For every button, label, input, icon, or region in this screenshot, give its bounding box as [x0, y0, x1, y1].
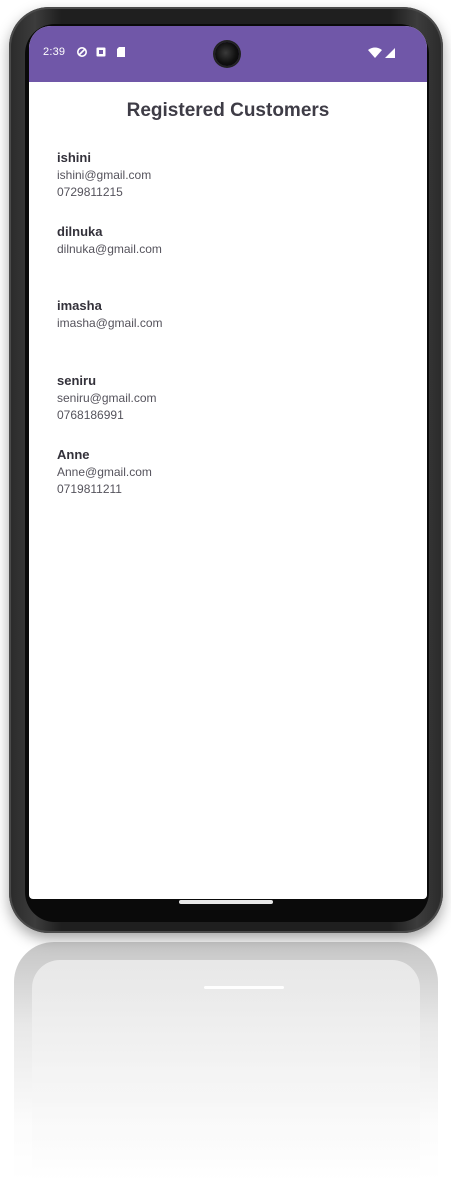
customer-email: Anne@gmail.com: [57, 465, 152, 479]
notification-icon: [95, 45, 107, 57]
page-title: Registered Customers: [126, 100, 330, 121]
status-time: 2:39: [43, 46, 66, 58]
customer-phone: 0719811211: [57, 482, 122, 496]
shield-icon: [76, 45, 88, 57]
customer-name: seniru: [57, 373, 97, 388]
stage: 2:39 Registered Customers ishini ishini@…: [0, 0, 451, 1182]
customer-email: imasha@gmail.com: [57, 316, 163, 330]
customer-name: ishini: [57, 150, 91, 165]
system-icons: [367, 46, 397, 58]
customer-email: ishini@gmail.com: [57, 168, 152, 182]
customer-name: Anne: [57, 447, 90, 462]
phone-reflection: [14, 942, 438, 1182]
customer-phone: 0768186991: [57, 408, 124, 422]
customer-item[interactable]: Anne Anne@gmail.com 0719811211: [57, 446, 397, 498]
customer-email: seniru@gmail.com: [57, 391, 157, 405]
reflection-screen: [32, 960, 420, 1182]
reflection-home-indicator: [204, 986, 284, 989]
customer-item[interactable]: ishini ishini@gmail.com 0729811215: [57, 149, 397, 201]
customer-name: dilnuka: [57, 224, 103, 239]
cell-signal-icon: [385, 48, 395, 58]
customer-item[interactable]: imasha imasha@gmail.com: [57, 297, 397, 332]
sd-card-icon: [115, 45, 127, 57]
customer-email: dilnuka@gmail.com: [57, 242, 162, 256]
front-camera: [215, 42, 239, 66]
phone-frame: 2:39 Registered Customers ishini ishini@…: [9, 7, 443, 933]
wifi-icon: [368, 47, 382, 58]
customer-item[interactable]: seniru seniru@gmail.com 0768186991: [57, 372, 397, 424]
customer-name: imasha: [57, 298, 102, 313]
home-indicator[interactable]: [179, 900, 273, 904]
customer-item[interactable]: dilnuka dilnuka@gmail.com: [57, 223, 397, 258]
customer-phone: 0729811215: [57, 185, 123, 199]
phone-screen: 2:39 Registered Customers ishini ishini@…: [29, 26, 427, 899]
status-bar: 2:39: [29, 26, 427, 82]
